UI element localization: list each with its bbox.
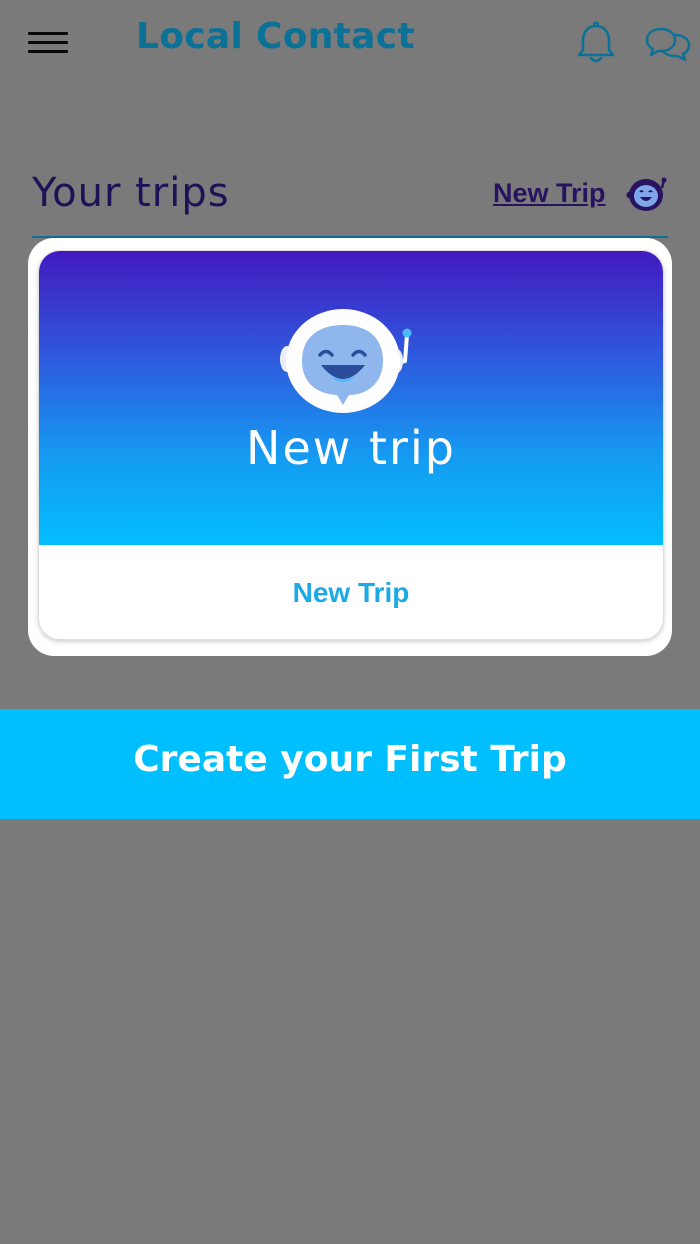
create-first-trip-label: Create your First Trip	[133, 739, 567, 780]
section-title: Your trips	[32, 170, 230, 216]
card-banner-title: New trip	[246, 421, 456, 475]
robot-mascot-icon[interactable]	[626, 176, 668, 214]
new-trip-card[interactable]: New trip New Trip	[38, 250, 664, 640]
card-banner: New trip	[39, 251, 663, 545]
top-app-bar: Local Contact	[0, 0, 700, 86]
app-title: Local Contact	[136, 16, 415, 57]
card-footer-label: New Trip	[292, 577, 410, 608]
card-footer: New Trip	[39, 545, 663, 639]
trip-card-container: New trip New Trip	[28, 238, 672, 656]
new-trip-link[interactable]: New Trip	[493, 178, 606, 209]
chat-bubbles-icon[interactable]	[644, 24, 692, 64]
bell-icon[interactable]	[574, 20, 618, 66]
robot-mascot-icon	[277, 309, 427, 419]
hamburger-menu-icon[interactable]	[28, 28, 70, 58]
create-first-trip-button[interactable]: Create your First Trip	[0, 709, 700, 819]
trips-section-header: Your trips New Trip	[32, 158, 668, 238]
